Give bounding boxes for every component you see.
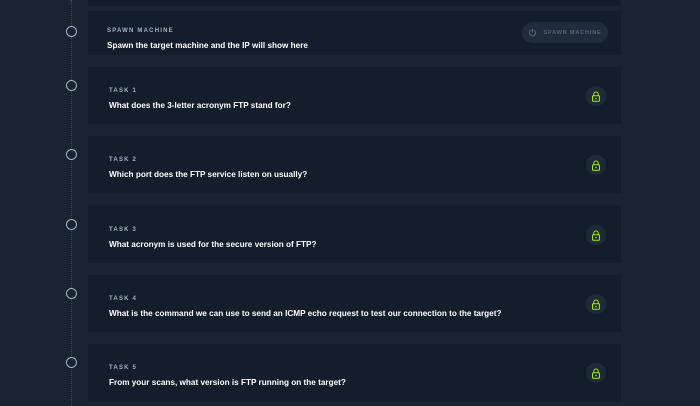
task-card-1[interactable]: TASK 1 What does the 3-letter acronym FT…: [88, 67, 621, 124]
previous-card-edge: [88, 0, 621, 6]
task-card-2[interactable]: TASK 2 Which port does the FTP service l…: [88, 136, 621, 193]
task-lock-button[interactable]: [586, 225, 606, 245]
spawn-machine-button[interactable]: SPAWN MACHINE: [522, 22, 608, 43]
timeline-node-task-3: [66, 219, 77, 230]
task-question: What acronym is used for the secure vers…: [109, 240, 317, 249]
task-lock-button[interactable]: [586, 86, 606, 106]
lock-icon: [592, 368, 600, 379]
lock-icon: [592, 160, 600, 171]
task-label: TASK 5: [109, 365, 138, 371]
spawn-machine-description: Spawn the target machine and the IP will…: [107, 41, 308, 50]
timeline-line: [71, 0, 72, 406]
task-label: TASK 3: [109, 227, 138, 233]
task-label: TASK 1: [109, 88, 138, 94]
spawn-machine-label: SPAWN MACHINE: [107, 28, 174, 34]
lock-icon: [592, 299, 600, 310]
task-lock-button[interactable]: [586, 294, 606, 314]
spawn-machine-card: SPAWN MACHINE Spawn the target machine a…: [88, 11, 621, 55]
timeline-node-spawn: [66, 26, 77, 37]
task-question: What is the command we can use to send a…: [109, 309, 502, 318]
task-label: TASK 2: [109, 157, 138, 163]
task-lock-button[interactable]: [586, 363, 606, 383]
task-card-5[interactable]: TASK 5 From your scans, what version is …: [88, 344, 621, 401]
spawn-machine-button-label: SPAWN MACHINE: [543, 29, 602, 36]
timeline-node-task-1: [66, 80, 77, 91]
timeline-node-task-4: [66, 288, 77, 299]
lock-icon: [592, 230, 600, 241]
task-lock-button[interactable]: [586, 155, 606, 175]
task-card-3[interactable]: TASK 3 What acronym is used for the secu…: [88, 206, 621, 263]
task-label: TASK 4: [109, 296, 138, 302]
task-question: From your scans, what version is FTP run…: [109, 378, 346, 387]
task-question: Which port does the FTP service listen o…: [109, 170, 308, 179]
task-card-4[interactable]: TASK 4 What is the command we can use to…: [88, 275, 621, 332]
power-icon: [529, 28, 537, 37]
lock-icon: [592, 91, 600, 102]
timeline-node-task-5: [66, 357, 77, 368]
task-question: What does the 3-letter acronym FTP stand…: [109, 101, 291, 110]
timeline-node-task-2: [66, 149, 77, 160]
